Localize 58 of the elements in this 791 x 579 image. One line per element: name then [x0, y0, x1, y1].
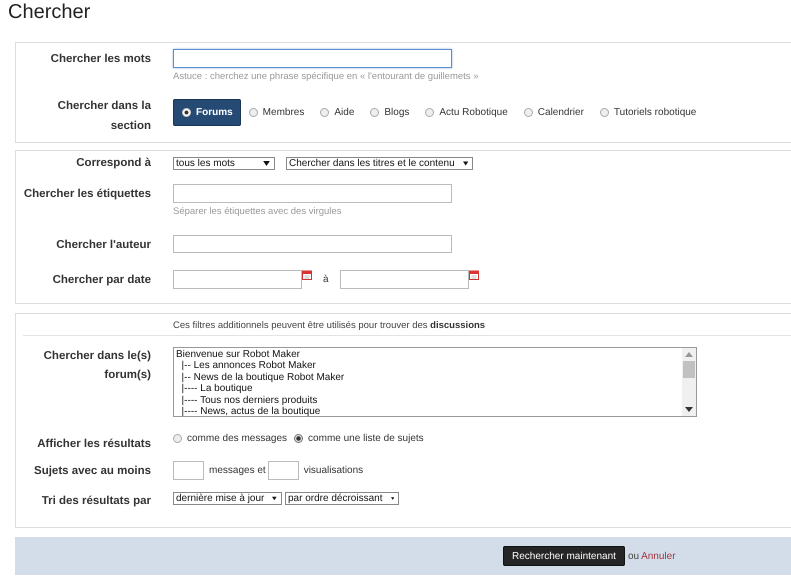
list-item[interactable]: |-- Les annonces Robot Maker — [176, 360, 680, 372]
list-item[interactable]: |---- News, actus de la boutique — [176, 406, 680, 418]
caret-icon[interactable] — [462, 161, 468, 166]
cancel-link[interactable]: Annuler — [641, 550, 676, 562]
hint-text: Astuce : cherchez une phrase spécifique en « l'entourant de guillemets » — [173, 71, 480, 82]
radio-button[interactable] — [173, 434, 182, 442]
field-label: Afficher les résultats — [37, 438, 151, 450]
field-label: Chercher par date — [52, 274, 151, 286]
separator-text: à — [323, 274, 329, 285]
date-field[interactable] — [340, 270, 469, 289]
forum-list[interactable]: Bienvenue sur Robot Maker |-- Les annonces Robot Maker |-- News de la boutique Robot Maker |---- La boutique |---- Tous nos derniers produits |---- News, actus de la boutique — [173, 347, 697, 417]
list-item[interactable]: |---- Tous nos derniers produits — [176, 394, 680, 406]
field-label: Chercher les étiquettes — [24, 188, 151, 200]
page-title: Chercher — [7, 0, 92, 25]
author-field[interactable] — [173, 235, 452, 253]
field-label: Chercher l'auteur — [56, 239, 151, 251]
list-item[interactable]: Bienvenue sur Robot Maker — [176, 349, 680, 360]
or-text: ou — [628, 550, 640, 562]
section-option[interactable]: Calendrier — [524, 100, 584, 125]
radio-button[interactable] — [294, 434, 304, 442]
scroll-thumb[interactable] — [683, 361, 695, 378]
caret-icon[interactable] — [272, 496, 277, 501]
search-button[interactable]: Rechercher maintenant — [503, 546, 625, 566]
field-label: Tri des résultats par — [42, 495, 151, 507]
hint-text: Séparer les étiquettes avec des virgules — [173, 206, 342, 217]
section-option[interactable]: Tutoriels robotique — [600, 100, 696, 125]
date-field[interactable] — [173, 270, 302, 289]
dropdown[interactable]: tous les mots — [173, 157, 275, 170]
dropdown[interactable]: par ordre décroissant — [285, 492, 399, 505]
number-field[interactable] — [173, 461, 204, 480]
caret-icon[interactable] — [390, 496, 394, 501]
field-label: Chercher les mots — [50, 53, 151, 65]
section-option[interactable]: Aide — [320, 100, 354, 125]
list-item[interactable]: |---- La boutique — [176, 383, 680, 395]
calendar-icon[interactable] — [468, 270, 479, 280]
field-suffix: visualisations — [304, 465, 364, 476]
option-label[interactable]: comme des messages — [187, 432, 288, 444]
scroll-down-icon[interactable] — [685, 407, 693, 412]
list-item[interactable]: |-- News de la boutique Robot Maker — [176, 372, 680, 384]
dropdown[interactable]: dernière mise à jour — [173, 492, 282, 505]
filters-note: Ces filtres additionnels peuvent être utilisés pour trouver des discussions — [173, 320, 486, 331]
search-field[interactable] — [173, 49, 452, 68]
calendar-icon[interactable] — [302, 270, 312, 280]
section-option[interactable]: Actu Robotique — [425, 100, 508, 125]
field-label: Chercher dans le(s) forum(s) — [44, 350, 151, 381]
option-label[interactable]: comme une liste de sujets — [308, 432, 424, 444]
dropdown[interactable]: Chercher dans les titres et le contenu — [286, 157, 473, 170]
field-label: Chercher dans la section — [58, 100, 151, 132]
caret-icon[interactable] — [263, 161, 270, 166]
section-option[interactable]: Blogs — [370, 100, 410, 125]
field-label: Sujets avec au moins — [34, 465, 151, 477]
field-suffix: messages et — [209, 465, 266, 476]
scrollbar[interactable] — [682, 348, 696, 416]
field-label: Correspond à — [76, 157, 151, 169]
section-option[interactable]: Forums — [173, 99, 241, 126]
number-field[interactable] — [268, 461, 299, 480]
tags-field[interactable] — [173, 184, 452, 203]
section-option[interactable]: Membres — [248, 100, 304, 125]
